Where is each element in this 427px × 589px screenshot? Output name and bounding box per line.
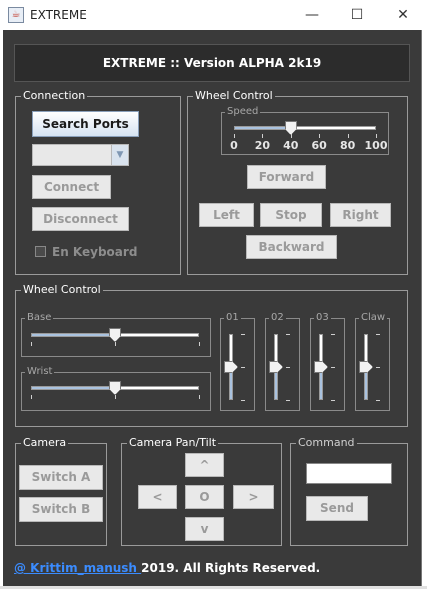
- speed-tick-label: 80: [339, 139, 356, 152]
- speed-slider-track[interactable]: [234, 126, 376, 130]
- stop-button[interactable]: Stop: [260, 203, 322, 227]
- speed-tick: [376, 134, 377, 138]
- connection-group-label: Connection: [21, 89, 88, 103]
- camera-group-label: Camera: [21, 436, 69, 450]
- speed-tick: [347, 134, 349, 138]
- speed-tick: [262, 134, 264, 138]
- wheel-control-group-label: Wheel Control: [193, 89, 275, 103]
- pan-down-button[interactable]: v: [185, 517, 224, 541]
- joint-1-label: 01: [224, 312, 241, 324]
- speed-tick: [319, 134, 321, 138]
- pan-left-button[interactable]: <: [138, 485, 177, 509]
- joint-2-slider-tick: [286, 400, 290, 401]
- joint-4-label: Claw: [359, 312, 388, 324]
- pan-up-button[interactable]: ^: [185, 453, 224, 477]
- close-button[interactable]: ✕: [380, 0, 426, 30]
- switch-b-button[interactable]: Switch B: [19, 497, 103, 522]
- speed-tick: [234, 134, 235, 138]
- maximize-button[interactable]: ☐: [334, 0, 380, 30]
- camera-group: Camera: [15, 436, 107, 546]
- footer-copyright: 2019. All Rights Reserved.: [141, 561, 321, 575]
- speed-tick-label: 20: [254, 139, 271, 152]
- chevron-down-icon[interactable]: ▼: [111, 145, 128, 165]
- backward-button[interactable]: Backward: [246, 235, 337, 259]
- wrist-label: Wrist: [25, 366, 55, 378]
- joint-1-slider-tick: [241, 367, 245, 368]
- footer: @ Krittim_manush 2019. All Rights Reserv…: [14, 561, 320, 575]
- switch-a-button[interactable]: Switch A: [19, 465, 103, 490]
- joint-4-slider-tick: [376, 400, 380, 401]
- base-label: Base: [25, 312, 54, 324]
- joint-4-slider-tick: [376, 334, 380, 335]
- app-header: EXTREME :: Version ALPHA 2k19: [14, 44, 410, 82]
- wrist-slider-tick: [31, 395, 32, 399]
- speed-tick-label: 40: [283, 139, 299, 152]
- wrist-slider-tick: [199, 395, 200, 399]
- minimize-button[interactable]: —: [289, 0, 335, 30]
- base-slider-tick: [199, 342, 200, 346]
- java-cup-icon: ☕: [8, 7, 24, 23]
- en-keyboard-label: En Keyboard: [52, 245, 138, 259]
- forward-button[interactable]: Forward: [247, 165, 326, 189]
- joint-2-slider-tick: [286, 334, 290, 335]
- title-bar[interactable]: ☕ EXTREME — ☐ ✕: [0, 0, 427, 30]
- pan-center-button[interactable]: O: [185, 485, 224, 509]
- right-button[interactable]: Right: [330, 203, 391, 227]
- speed-tick-label: 100: [364, 139, 388, 152]
- send-button[interactable]: Send: [306, 496, 368, 521]
- speed-tick-label: 60: [311, 139, 327, 152]
- search-ports-button[interactable]: Search Ports: [32, 111, 139, 137]
- en-keyboard-checkbox[interactable]: [35, 246, 46, 257]
- speed-tick-label: 0: [230, 139, 238, 152]
- joint-3-slider-tick: [331, 400, 335, 401]
- base-slider-tick: [115, 342, 116, 346]
- base-slider-fill: [32, 334, 115, 336]
- joint-3-label: 03: [314, 312, 331, 324]
- arm-control-group-label: Wheel Control: [21, 283, 103, 297]
- connect-button[interactable]: Connect: [32, 175, 111, 199]
- speed-slider-fill: [235, 127, 291, 129]
- author-link[interactable]: @ Krittim_manush: [14, 561, 141, 575]
- port-select[interactable]: ▼: [32, 144, 129, 166]
- joint-3-slider-tick: [331, 367, 335, 368]
- wrist-slider-fill: [32, 387, 115, 389]
- disconnect-button[interactable]: Disconnect: [32, 207, 129, 231]
- base-slider-tick: [31, 342, 32, 346]
- pan-right-button[interactable]: >: [233, 485, 274, 509]
- speed-label: Speed: [225, 106, 261, 118]
- wrist-slider-tick: [115, 395, 116, 399]
- speed-tick: [290, 134, 292, 138]
- command-input[interactable]: [306, 463, 392, 484]
- command-group: Command: [290, 436, 408, 546]
- joint-2-label: 02: [269, 312, 286, 324]
- joint-2-slider-tick: [286, 367, 290, 368]
- pan-tilt-group-label: Camera Pan/Tilt: [127, 436, 219, 450]
- command-group-label: Command: [296, 436, 357, 450]
- joint-3-slider-tick: [331, 334, 335, 335]
- joint-4-slider-tick: [376, 367, 380, 368]
- joint-1-slider-tick: [241, 334, 245, 335]
- left-button[interactable]: Left: [199, 203, 254, 227]
- joint-1-slider-tick: [241, 400, 245, 401]
- window-title: EXTREME: [30, 8, 87, 22]
